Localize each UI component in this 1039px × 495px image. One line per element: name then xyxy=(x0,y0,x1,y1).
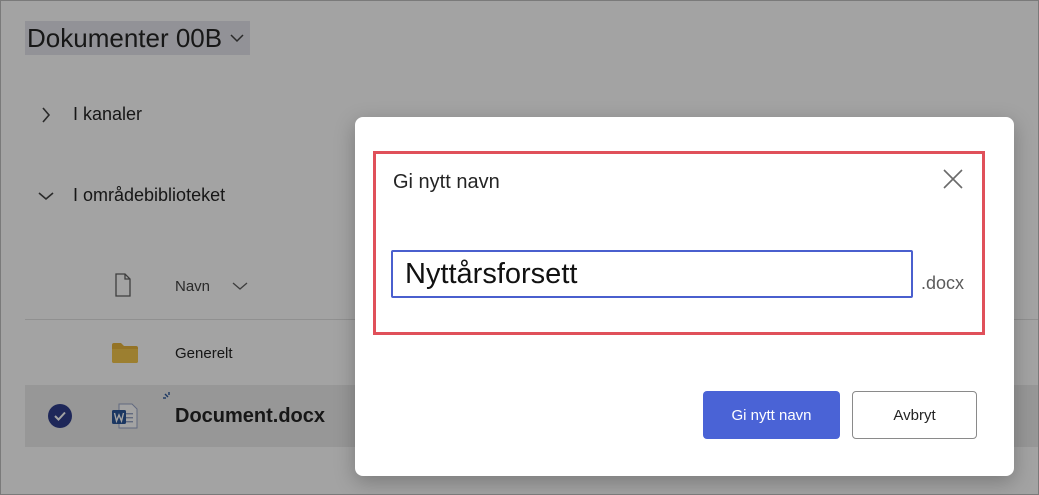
rename-dialog: Gi nytt navn .docx Gi nytt navn Avbryt xyxy=(355,117,1014,476)
close-button[interactable] xyxy=(939,165,967,193)
rename-confirm-button[interactable]: Gi nytt navn xyxy=(703,391,840,439)
dialog-title: Gi nytt navn xyxy=(393,171,500,193)
app-window: Dokumenter 00B I kanaler I områdebibliot… xyxy=(0,0,1039,495)
file-extension-label: .docx xyxy=(921,273,965,293)
cancel-button[interactable]: Avbryt xyxy=(852,391,977,439)
file-name-input[interactable] xyxy=(391,250,913,298)
close-icon[interactable] xyxy=(942,168,964,190)
